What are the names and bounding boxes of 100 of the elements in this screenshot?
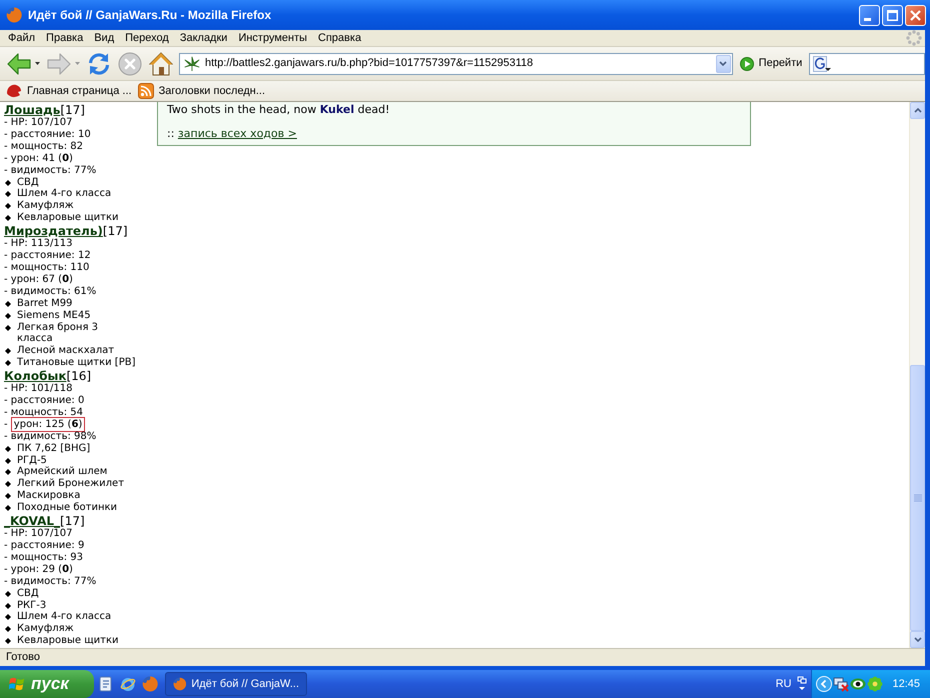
equipment-item: Легкий Бронежилет [17,478,124,490]
rss-icon [138,83,154,99]
stat-text: урон: 41 (0) [10,152,73,164]
list-dash: - [4,528,8,540]
chevron-left-icon[interactable] [816,676,832,692]
diamond-bullet-icon [5,469,11,476]
fox-globe-icon [173,676,186,692]
caret-icon [35,62,40,65]
restore-icon[interactable] [797,676,808,692]
bookmark-item[interactable]: Главная страница ... [6,82,132,100]
menu-item[interactable]: Правка [42,31,88,45]
eye-icon[interactable] [850,676,866,692]
ring-orbit-icon[interactable] [120,676,136,692]
menu-item[interactable]: Инструменты [234,31,312,45]
stat-text: видимость: 77% [10,576,96,587]
diamond-bullet-icon [5,215,11,222]
scroll-down-button[interactable] [910,631,925,648]
start-button[interactable]: пуск [0,670,94,698]
stat-text: мощность: 82 [10,140,84,152]
menu-item[interactable]: Вид [90,31,118,45]
player-name-link[interactable]: _KOVAL_ [4,514,60,528]
maximize-button[interactable] [882,4,903,26]
stat-text: HP: 107/107 [10,528,72,540]
equipment-item: Камуфляж [17,623,74,636]
spinner-icon [906,30,922,46]
stat-text: мощность: 93 [10,552,84,563]
search-field[interactable] [809,52,925,74]
diamond-bullet-icon [5,638,11,644]
stop-icon [118,52,142,76]
dropdown-button[interactable] [716,54,731,72]
diamond-bullet-icon [5,300,11,307]
log-line: Two shots in the head, now Kukel dead! [167,103,391,117]
list-dash: - [4,576,8,587]
diamond-bullet-icon [5,493,11,500]
home-button[interactable] [147,50,175,78]
list-dash: - [4,395,8,406]
equipment-item: Армейский шлем [17,466,108,478]
scroll-up-button[interactable] [910,102,925,119]
equipment-item: Кевларовые щитки [17,212,119,224]
diamond-bullet-icon [5,614,11,620]
equipment-item: ПК 7,62 [BHG] [17,442,90,455]
diamond-bullet-icon [5,481,11,488]
all-moves-link[interactable]: запись всех ходов > [178,127,297,140]
stat-text: расстояние: 10 [10,128,91,140]
bookmark-item[interactable]: Заголовки последн... [138,82,266,100]
network-error-icon[interactable] [833,676,850,692]
player-level: [17] [60,103,85,117]
list-dash: - [4,383,8,394]
stat-text: мощность: 110 [10,262,90,273]
minimize-button[interactable] [859,4,880,26]
go-button[interactable]: Перейти [738,52,804,76]
close-icon [910,10,921,20]
list-dash: - [4,286,8,297]
diamond-bullet-icon [5,458,11,464]
right-arrow-icon [47,52,71,74]
taskbar-window-button[interactable]: Идёт бой // GanjaW... [165,672,307,696]
list-dash: - [4,552,8,563]
list-dash: - [4,540,8,551]
equipment-item: Легкая броня 3 класса [17,322,100,345]
scroll-thumb[interactable] [910,365,925,631]
equipment-item: Siemens ME45 [17,310,91,322]
equipment-item: СВД [17,588,39,600]
stat-text: расстояние: 9 [10,540,84,551]
status-text: Готово [6,650,40,666]
diamond-bullet-icon [5,446,11,452]
fox-globe-icon [6,7,22,23]
menu-item[interactable]: Файл [4,31,40,45]
diamond-bullet-icon [5,312,11,319]
player-name-link[interactable]: Колобык [4,369,66,384]
menu-item[interactable]: Справка [314,31,366,45]
list-dash: - [4,140,8,152]
chevron-up-icon [914,108,922,113]
equipment-item: СВД [17,176,39,188]
list-dash: - [4,418,8,430]
language-indicator[interactable]: RU [776,676,792,692]
menu-item[interactable]: Закладки [176,31,232,45]
reload-icon [87,52,111,76]
list-dash: - [4,274,8,285]
equipment-item: Камуфляж [17,200,74,212]
list-dash: - [4,564,8,575]
close-button[interactable] [905,4,926,26]
page-icon[interactable] [98,676,114,692]
stat-text: HP: 101/118 [10,383,72,394]
url-field[interactable]: http://battles2.ganjawars.ru/b.php?bid=1017757397&r=1152953118 [179,52,733,74]
player-name-link[interactable]: Мироздатель) [4,224,103,238]
player-name-link[interactable]: Лошадь [4,103,60,117]
list-dash: - [4,164,8,176]
menu-item[interactable]: Переход [121,31,173,45]
stat-text: расстояние: 12 [10,250,91,262]
equipment-item: Шлем 4-го класса [17,611,112,624]
equipment-item: Титановые щитки [PB] [17,357,136,370]
grip-icon [914,494,922,502]
chevron-down-icon [914,637,922,642]
stat-text: расстояние: 0 [10,395,84,406]
equipment-item: Лесной маскхалат [17,345,114,358]
equipment-item: Маскировка [17,490,80,502]
equipment-item: РКГ-3 [17,600,46,612]
windows-flag-icon [9,676,25,692]
diamond-bullet-icon [5,203,11,210]
leaf-icon [184,56,200,72]
